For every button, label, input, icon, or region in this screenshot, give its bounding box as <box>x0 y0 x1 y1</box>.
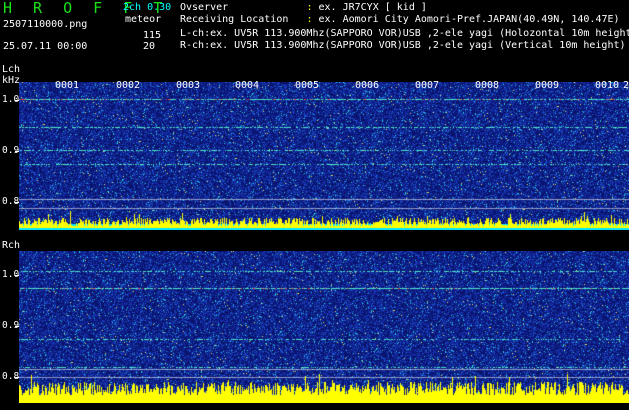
location-label: Receiving Location <box>180 14 289 25</box>
rch-label: Rch <box>2 240 21 251</box>
tick-mark <box>15 326 19 327</box>
minute-label: 0005 <box>295 80 320 91</box>
count-rch: 20 <box>143 41 156 52</box>
tick-mark <box>15 377 19 378</box>
observer-row: Ovserver : ex. JR7CYX [ kid ] <box>180 2 427 13</box>
minute-label: 0008 <box>475 80 500 91</box>
minute-label: 0007 <box>415 80 440 91</box>
count-lch: 115 <box>143 30 162 41</box>
end-marker: 2 <box>623 80 629 91</box>
filename-label: 2507110000.png <box>3 19 88 30</box>
location-value: ex. Aomori City Aomori-Pref.JAPAN(40.49N… <box>318 14 620 25</box>
mode-label: meteor <box>125 14 162 25</box>
minute-label: 0002 <box>116 80 141 91</box>
lch-unit: kHz <box>2 75 21 86</box>
minute-label: 0001 <box>55 80 80 91</box>
rch-info: R-ch:ex. UV5R 113.900Mhz(SAPPORO VOR)USB… <box>180 40 626 51</box>
location-row: Receiving Location : ex. Aomori City Aom… <box>180 14 620 25</box>
minute-label: 0009 <box>535 80 560 91</box>
tick-mark <box>15 100 19 101</box>
minute-label: 0003 <box>176 80 201 91</box>
minute-label: 0004 <box>235 80 260 91</box>
minute-label: 0010 <box>595 80 620 91</box>
datetime-label: 25.07.11 00:00 <box>3 41 88 52</box>
lch-label: Lch <box>2 64 21 75</box>
observer-value: ex. JR7CYX [ kid ] <box>318 2 427 13</box>
lch-spectrogram <box>19 82 629 230</box>
rch-spectrogram <box>19 251 629 403</box>
minute-label: 0006 <box>355 80 380 91</box>
version-label: 2ch 0.30 <box>123 2 172 13</box>
observer-label: Ovserver <box>180 2 229 13</box>
lch-info: L-ch:ex. UV5R 113.900Mhz(SAPPORO VOR)USB… <box>180 28 629 39</box>
tick-mark <box>15 151 19 152</box>
tick-mark <box>15 202 19 203</box>
tick-mark <box>15 275 19 276</box>
